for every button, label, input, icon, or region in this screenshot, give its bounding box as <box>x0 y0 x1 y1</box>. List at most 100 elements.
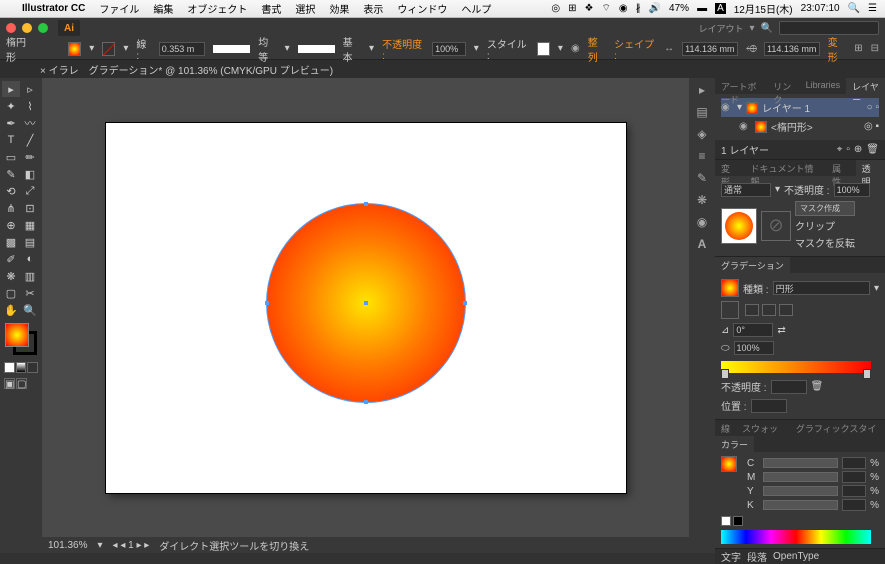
gradient-stop[interactable] <box>863 369 871 379</box>
c-slider[interactable] <box>763 458 838 468</box>
panel-toggle-icon[interactable]: ⊟ <box>871 43 879 54</box>
width-tool[interactable]: ⋔ <box>2 200 20 216</box>
dropdown-icon[interactable]: ▾ <box>369 43 374 54</box>
gradient-swatch[interactable] <box>721 279 739 297</box>
dock-stroke-icon[interactable]: ≡ <box>694 148 710 164</box>
ellipse-object[interactable] <box>266 203 466 403</box>
color-fill-swatch[interactable] <box>721 456 737 472</box>
stroke-gradient-icon[interactable] <box>721 301 739 319</box>
tab-artboard[interactable]: アートボード <box>715 78 767 94</box>
disclosure-icon[interactable]: ▾ <box>737 102 742 113</box>
m-input[interactable] <box>842 471 866 483</box>
zoom-tool[interactable]: 🔍 <box>21 302 39 318</box>
y-slider[interactable] <box>763 486 838 496</box>
menu-edit[interactable]: 編集 <box>153 1 173 16</box>
layout-chevron-icon[interactable]: ▾ <box>750 23 755 34</box>
hand-tool[interactable]: ✋ <box>2 302 20 318</box>
grad-stroke-mode[interactable] <box>745 304 759 316</box>
layer-name[interactable]: レイヤー 1 <box>762 100 810 115</box>
tab-stroke[interactable]: 線 <box>715 420 736 436</box>
gradient-stop[interactable] <box>721 369 729 379</box>
menu-window[interactable]: ウィンドウ <box>397 1 447 16</box>
close-button[interactable] <box>6 23 16 33</box>
line-tool[interactable]: ╱ <box>21 132 39 148</box>
more-icon[interactable]: ⊞ <box>854 43 862 54</box>
target-icon[interactable]: ◎ ▪ <box>864 121 879 132</box>
anchor-point[interactable] <box>463 301 467 305</box>
stroke-swatch[interactable] <box>102 42 115 56</box>
ime-icon[interactable]: A <box>715 3 726 14</box>
opacity-input[interactable]: 100% <box>432 42 466 56</box>
slice-tool[interactable]: ✂ <box>21 285 39 301</box>
dock-symbol-icon[interactable]: ❋ <box>694 192 710 208</box>
menu-help[interactable]: ヘルプ <box>461 1 491 16</box>
white-swatch[interactable] <box>721 516 731 526</box>
mesh-tool[interactable]: ▩ <box>2 234 20 250</box>
brush-sample[interactable] <box>298 45 335 53</box>
dropdown-icon[interactable]: ▾ <box>874 283 879 294</box>
delete-stop-icon[interactable]: 🗑 <box>811 381 824 392</box>
gradient-slider[interactable] <box>721 361 871 373</box>
visibility-icon[interactable]: ◉ <box>739 121 751 132</box>
fill-stroke-indicator[interactable] <box>5 323 37 355</box>
new-layer-icon[interactable]: ⊕ <box>854 144 862 155</box>
stroke-width-input[interactable]: 0.353 m <box>159 42 206 56</box>
stroke-profile[interactable] <box>213 45 250 53</box>
minimize-button[interactable] <box>22 23 32 33</box>
menu-view[interactable]: 表示 <box>363 1 383 16</box>
lasso-tool[interactable]: ⌇ <box>21 98 39 114</box>
tab-libraries[interactable]: Libraries <box>800 78 847 94</box>
dropdown-icon[interactable]: ▾ <box>285 43 290 54</box>
shaper-tool[interactable]: ✎ <box>2 166 20 182</box>
menu-file[interactable]: ファイル <box>99 1 139 16</box>
tab-color[interactable]: カラー <box>715 436 754 452</box>
delete-layer-icon[interactable]: 🗑 <box>866 144 879 155</box>
object-thumb[interactable] <box>721 208 757 244</box>
tab-docinfo[interactable]: ドキュメント情報 <box>744 160 826 176</box>
spotlight-icon[interactable]: 🔍 <box>848 3 860 14</box>
stop-position-input[interactable] <box>751 399 787 413</box>
dock-align-icon[interactable]: ▤ <box>694 104 710 120</box>
tab-transparency[interactable]: 透明 <box>856 160 885 176</box>
scale-tool[interactable]: ⤢ <box>21 183 39 199</box>
color-mode-none[interactable] <box>27 362 38 373</box>
aspect-input[interactable]: 100% <box>734 341 774 355</box>
new-sublayer-icon[interactable]: ▫ <box>846 144 850 155</box>
visibility-icon[interactable]: ◉ <box>721 102 733 113</box>
perspective-tool[interactable]: ▦ <box>21 217 39 233</box>
link-dims-icon[interactable]: ⬲ <box>746 44 756 54</box>
shape-label[interactable]: シェイプ : <box>614 36 656 62</box>
gradient-tool[interactable]: ▤ <box>21 234 39 250</box>
stop-opacity-input[interactable] <box>771 380 807 394</box>
wifi-icon[interactable]: ◉ <box>619 3 628 14</box>
app-name[interactable]: Illustrator CC <box>22 3 85 14</box>
menu-select[interactable]: 選択 <box>295 1 315 16</box>
canvas-viewport[interactable] <box>42 78 689 537</box>
selection-tool[interactable]: ▸ <box>2 81 20 97</box>
make-mask-button[interactable]: マスク作成 <box>795 201 855 216</box>
style-swatch[interactable] <box>537 42 550 56</box>
menu-type[interactable]: 書式 <box>261 1 281 16</box>
blend-mode-select[interactable]: 通常 <box>721 183 771 197</box>
transform-label[interactable]: 変形 <box>828 34 846 64</box>
anchor-point[interactable] <box>265 301 269 305</box>
volume-icon[interactable]: 🔊 <box>649 3 661 14</box>
fill-color[interactable] <box>5 323 29 347</box>
zoom-level[interactable]: 101.36% <box>48 540 87 551</box>
tab-links[interactable]: リンク <box>767 78 799 94</box>
reverse-icon[interactable]: ⇄ <box>777 325 785 336</box>
width-input[interactable]: 114.136 mm <box>682 42 738 56</box>
angle-input[interactable]: 0° <box>733 323 773 337</box>
blend-tool[interactable]: ◐ <box>21 251 39 267</box>
tab-character[interactable]: 文字 <box>721 549 741 564</box>
grad-stroke-mode[interactable] <box>779 304 793 316</box>
dropdown-icon[interactable]: ▾ <box>89 43 94 54</box>
tab-gradient[interactable]: グラデーション <box>715 257 790 273</box>
anchor-point[interactable] <box>364 202 368 206</box>
color-spectrum[interactable] <box>721 530 871 544</box>
paintbrush-tool[interactable]: ✏ <box>21 149 39 165</box>
tab-attr[interactable]: 属性 <box>826 160 855 176</box>
k-input[interactable] <box>842 499 866 511</box>
dropdown-icon[interactable]: ▾ <box>775 184 780 195</box>
recolor-icon[interactable]: ◉ <box>571 43 580 54</box>
